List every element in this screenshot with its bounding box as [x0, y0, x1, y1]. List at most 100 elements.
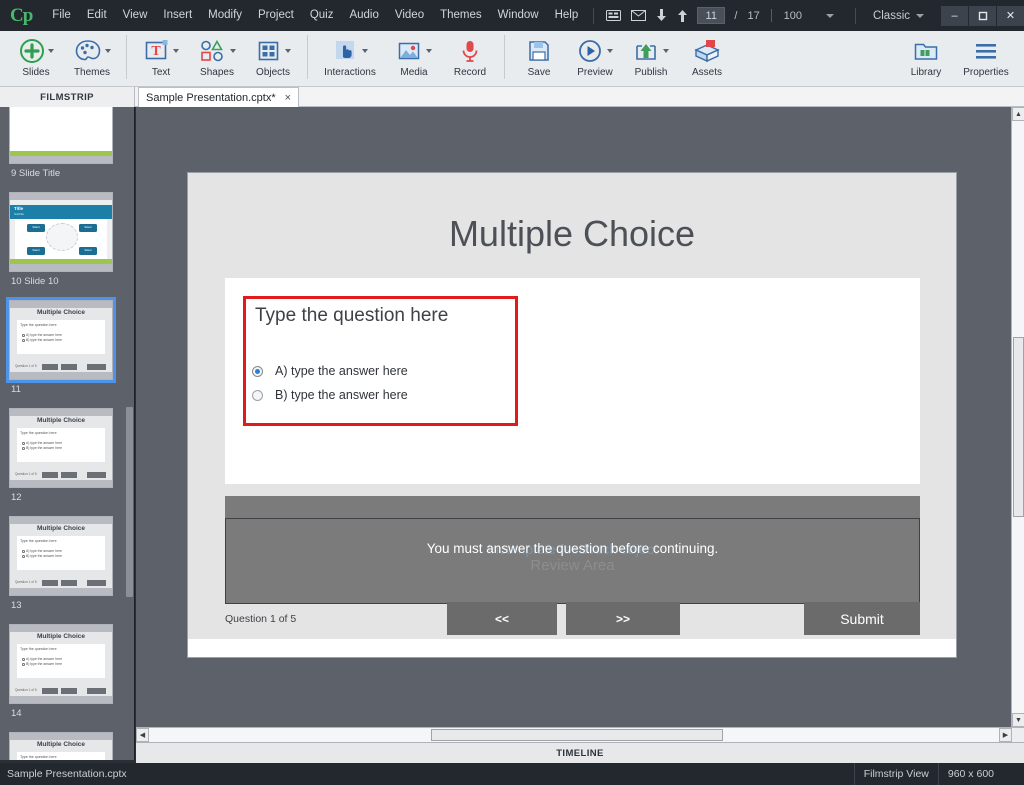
- scroll-right-icon[interactable]: ▶: [999, 728, 1012, 742]
- arrow-up-icon[interactable]: [672, 0, 693, 31]
- scroll-up-icon[interactable]: ▲: [1012, 107, 1024, 121]
- slide-thumbnail[interactable]: Multiple Choice Type the question here A…: [9, 516, 113, 596]
- canvas-horizontal-scrollbar[interactable]: ◀ ▶: [136, 727, 1012, 742]
- slide-title-text[interactable]: Multiple Choice: [188, 213, 956, 255]
- radio-button-b[interactable]: [252, 389, 263, 401]
- current-slide-input[interactable]: 11: [697, 7, 726, 24]
- mail-icon[interactable]: [626, 0, 651, 31]
- review-area-object[interactable]: Incomplete feedback object Review Area Y…: [225, 518, 920, 604]
- ribbon-shapes-button[interactable]: Shapes: [189, 31, 245, 85]
- slide-thumbnail[interactable]: Title Subtitle Select Select Select Sele…: [9, 192, 113, 272]
- filmstrip-scrollbar[interactable]: [125, 107, 134, 760]
- thumb-title: Title: [14, 206, 24, 211]
- workspace-selector-label[interactable]: Classic: [863, 10, 916, 22]
- back-button[interactable]: <<: [447, 602, 557, 635]
- zoom-level-value[interactable]: 100: [778, 10, 808, 22]
- scrollbar-thumb[interactable]: [126, 407, 133, 597]
- chevron-down-icon: [361, 49, 368, 53]
- zoom-dropdown-toggle[interactable]: [808, 13, 848, 18]
- minimize-button[interactable]: –: [941, 5, 968, 26]
- ribbon-preview-button[interactable]: Preview: [567, 31, 623, 85]
- thumb-title: Multiple Choice: [36, 633, 86, 640]
- answer-option-a[interactable]: A) type the answer here: [252, 364, 408, 378]
- slide-thumbnail[interactable]: Multiple Choice Type the question here A…: [9, 408, 113, 488]
- ribbon-objects-button[interactable]: Objects: [245, 31, 301, 85]
- status-filename: Sample Presentation.cptx: [7, 768, 127, 780]
- presentation-icon[interactable]: [601, 0, 626, 31]
- ribbon-save-button[interactable]: Save: [511, 31, 567, 85]
- filmstrip-slide-12[interactable]: Multiple Choice Type the question here A…: [0, 403, 120, 511]
- ribbon-publish-button[interactable]: Publish: [623, 31, 679, 85]
- chevron-down-icon: [606, 49, 613, 53]
- ribbon-themes-button[interactable]: Themes: [64, 31, 120, 85]
- ribbon-record-button[interactable]: Record: [442, 31, 498, 85]
- filmstrip-slide-13[interactable]: Multiple Choice Type the question here A…: [0, 511, 120, 619]
- thumb-option: B) type the answer here: [26, 446, 62, 450]
- filmstrip-panel-header[interactable]: FILMSTRIP: [0, 87, 135, 107]
- maximize-button[interactable]: [969, 5, 996, 26]
- menu-themes[interactable]: Themes: [432, 0, 490, 31]
- forward-button[interactable]: >>: [566, 602, 680, 635]
- thumb-option: A) type the answer here: [26, 657, 62, 661]
- filmstrip-slide-15[interactable]: Multiple Choice Type the question here A…: [0, 727, 120, 760]
- ribbon-media-button[interactable]: Media: [386, 31, 442, 85]
- menu-window[interactable]: Window: [490, 0, 547, 31]
- filmstrip-panel[interactable]: 9 Slide Title Title Subtitle Select Sele…: [0, 107, 135, 760]
- scroll-left-icon[interactable]: ◀: [136, 728, 149, 742]
- slide-thumbnail[interactable]: Multiple Choice Type the question here A…: [9, 732, 113, 760]
- menu-project[interactable]: Project: [250, 0, 302, 31]
- ribbon-assets-button[interactable]: Assets: [679, 31, 735, 85]
- question-text-object-selected[interactable]: Type the question here: [243, 296, 518, 426]
- slide-thumbnail-selected[interactable]: Multiple Choice Type the question here A…: [6, 297, 116, 383]
- microphone-icon: [459, 36, 481, 66]
- thumb-band: [10, 301, 112, 308]
- vscrollbar-thumb[interactable]: [1013, 337, 1024, 517]
- menu-edit[interactable]: Edit: [79, 0, 115, 31]
- answer-option-b[interactable]: B) type the answer here: [252, 388, 408, 402]
- question-text[interactable]: Type the question here: [255, 305, 448, 327]
- image-icon: [397, 36, 432, 66]
- hscrollbar-thumb[interactable]: [431, 729, 723, 741]
- menu-quiz[interactable]: Quiz: [302, 0, 342, 31]
- feedback-message-text[interactable]: You must answer the question before cont…: [226, 541, 919, 556]
- scrollbar-corner: [1012, 727, 1024, 742]
- submit-button[interactable]: Submit: [804, 602, 920, 635]
- ribbon-properties-button[interactable]: Properties: [954, 31, 1018, 85]
- arrow-down-icon[interactable]: [651, 0, 672, 31]
- scroll-down-icon[interactable]: ▼: [1012, 713, 1024, 727]
- filmstrip-slide-14[interactable]: Multiple Choice Type the question here A…: [0, 619, 120, 727]
- slide-canvas[interactable]: Multiple Choice Type the question here A…: [188, 173, 956, 657]
- ribbon-interactions-button[interactable]: Interactions: [314, 31, 386, 85]
- ribbon-library-button[interactable]: Library: [898, 31, 954, 85]
- menu-file[interactable]: File: [44, 0, 79, 31]
- close-button[interactable]: ✕: [997, 5, 1024, 26]
- menu-video[interactable]: Video: [387, 0, 432, 31]
- thumb-pill: Select: [79, 247, 97, 255]
- filmstrip-slide-9[interactable]: 9 Slide Title: [0, 107, 120, 187]
- status-view-mode[interactable]: Filmstrip View: [853, 763, 938, 785]
- filmstrip-slide-11[interactable]: Multiple Choice Type the question here A…: [0, 295, 120, 403]
- menu-insert[interactable]: Insert: [155, 0, 200, 31]
- close-icon[interactable]: ×: [285, 92, 291, 104]
- thumb-band: [10, 696, 112, 703]
- menu-audio[interactable]: Audio: [341, 0, 386, 31]
- workspace-dropdown-toggle[interactable]: [916, 13, 934, 18]
- slide-thumbnail[interactable]: [9, 107, 113, 164]
- ribbon-slides-button[interactable]: Slides: [8, 31, 64, 85]
- menu-modify[interactable]: Modify: [200, 0, 250, 31]
- thumb-content-area: Type the question here A) type the answe…: [17, 428, 105, 462]
- menu-view[interactable]: View: [115, 0, 156, 31]
- radio-button-a[interactable]: [252, 365, 263, 377]
- slide-canvas-area[interactable]: Multiple Choice Type the question here A…: [136, 107, 1012, 727]
- timeline-panel[interactable]: TIMELINE: [136, 742, 1024, 763]
- canvas-vertical-scrollbar[interactable]: ▲ ▼: [1011, 107, 1024, 727]
- ribbon-text-button[interactable]: T Text: [133, 31, 189, 85]
- slide-thumbnail[interactable]: Multiple Choice Type the question here A…: [9, 624, 113, 704]
- thumb-radio: [22, 334, 25, 337]
- review-area-caption-bar[interactable]: [225, 496, 920, 518]
- document-tab[interactable]: Sample Presentation.cptx* ×: [138, 87, 300, 107]
- thumb-question-count: Question 1 of 5: [15, 472, 37, 476]
- menu-help[interactable]: Help: [547, 0, 587, 31]
- filmstrip-slide-10[interactable]: Title Subtitle Select Select Select Sele…: [0, 187, 120, 295]
- total-slides-label: 17: [747, 9, 760, 22]
